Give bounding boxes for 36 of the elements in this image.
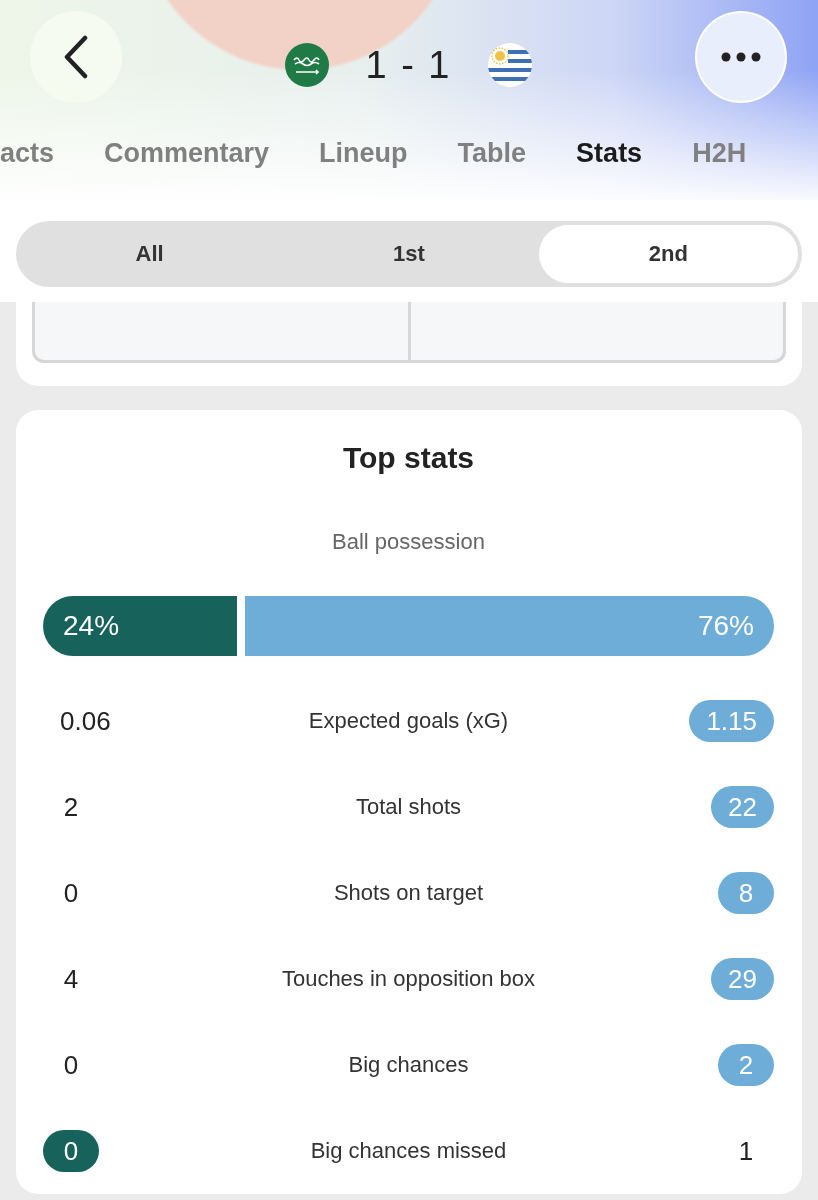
more-icon [721,52,761,62]
section-title: Top stats [341,440,476,476]
stat-value: 4 [62,963,80,996]
tab[interactable]: Stats [576,137,643,169]
tab[interactable]: H2H [692,137,747,169]
stat-value: 2 [718,1044,774,1086]
stat-value: 1.15 [689,700,774,742]
period-option[interactable]: 1st [279,225,539,283]
possession-value: 76% [697,610,754,642]
stat-value: 29 [711,958,774,1000]
stat-label: Total shots [355,794,462,820]
tab[interactable]: Commentary [104,137,270,169]
period-option[interactable]: 2nd [538,225,798,283]
stat-value: 2 [62,791,80,824]
chevron-left-icon [63,35,89,79]
stat-label: Shots on target [333,880,484,906]
tab[interactable]: acts [0,137,55,169]
team-flag-icon [285,43,330,87]
stat-value: 8 [718,872,774,914]
tab[interactable]: Lineup [319,137,408,169]
stat-value: 0 [62,1049,80,1082]
team-flag-icon [487,43,532,87]
stat-value: 0.06 [59,705,112,738]
period-option[interactable]: All [20,225,280,283]
possession-value: 24% [63,610,120,642]
match-score: 1 - 1 [365,43,452,87]
stat-label: Big chances [348,1052,469,1078]
stat-label: Touches in opposition box [281,966,536,992]
stat-label: Ball possession [331,528,486,556]
stat-value: 0 [43,1130,99,1172]
stat-value: 0 [62,877,80,910]
stat-label: Expected goals (xG) [308,708,509,734]
tab[interactable]: Table [457,137,527,169]
stat-value: 22 [711,786,774,828]
stat-value: 1 [737,1135,755,1168]
stat-label: Big chances missed [310,1138,507,1164]
